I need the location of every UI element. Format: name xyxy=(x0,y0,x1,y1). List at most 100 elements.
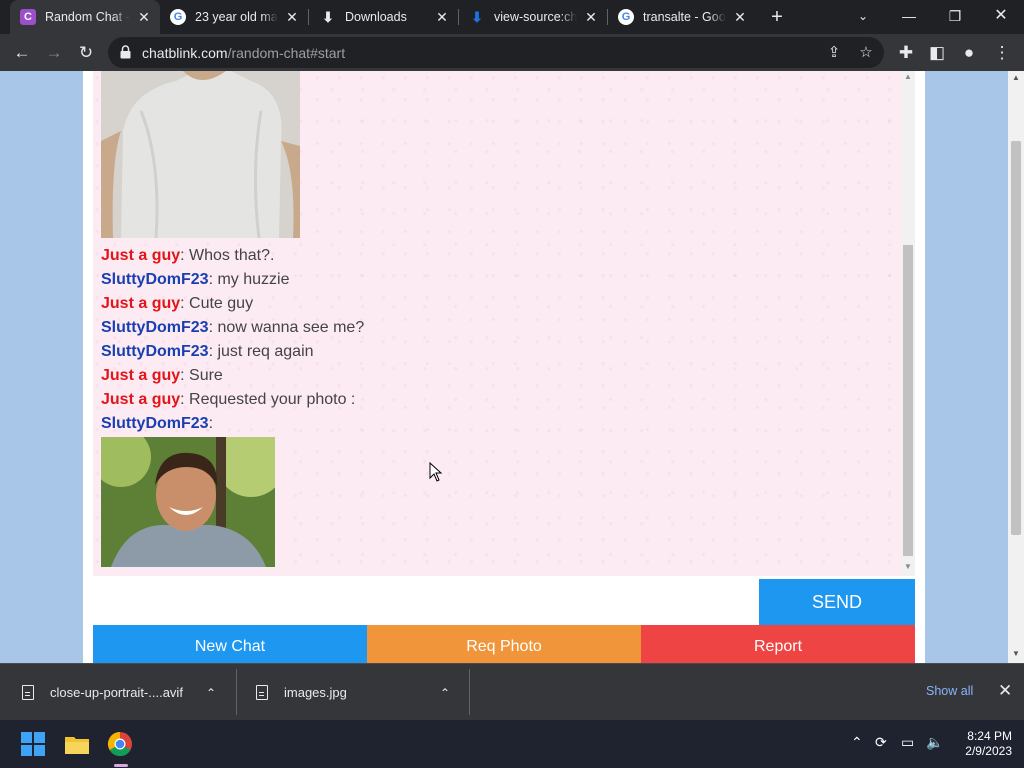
message-sender: SluttyDomF23 xyxy=(101,319,209,336)
download-divider xyxy=(236,669,237,715)
message-input[interactable] xyxy=(93,579,759,625)
volume-icon[interactable]: 🔈 xyxy=(926,734,943,751)
tab-downloads[interactable]: ⬇ Downloads ✕ xyxy=(310,0,458,34)
message-sender: SluttyDomF23 xyxy=(101,343,209,360)
download-filename: images.jpg xyxy=(284,685,347,700)
download-item[interactable]: close-up-portrait-....avif ⌃ xyxy=(22,664,232,721)
system-clock[interactable]: 8:24 PM 2/9/2023 xyxy=(950,729,1012,759)
message-text: : Requested your photo : xyxy=(180,391,356,408)
close-icon[interactable]: ✕ xyxy=(284,9,300,26)
page-viewport: Just a guy: Whos that?. SluttyDomF23: my… xyxy=(0,71,1024,663)
chevron-up-icon[interactable]: ⌃ xyxy=(440,686,450,700)
scroll-down-arrow-icon[interactable]: ▼ xyxy=(901,561,915,573)
download-filename: close-up-portrait-....avif xyxy=(50,685,183,700)
close-icon[interactable]: ✕ xyxy=(732,9,748,26)
active-app-indicator xyxy=(114,764,128,767)
scrollbar-thumb[interactable] xyxy=(1011,141,1021,535)
download-bar: close-up-portrait-....avif ⌃ images.jpg … xyxy=(0,663,1024,720)
send-button[interactable]: SEND xyxy=(759,579,915,625)
scrollbar-thumb[interactable] xyxy=(903,245,913,556)
tab-title: Random Chat - xyxy=(45,10,130,24)
extensions-icon[interactable]: ✚ xyxy=(893,40,919,66)
menu-icon[interactable]: ⋮ xyxy=(989,40,1015,66)
forward-button[interactable]: → xyxy=(41,40,67,66)
shared-photo[interactable] xyxy=(101,437,275,567)
tab-title: transalte - Goog xyxy=(643,10,726,24)
chat-message: SluttyDomF23: now wanna see me? xyxy=(101,319,881,343)
chat-message: Just a guy: Sure xyxy=(101,367,881,391)
show-all-link[interactable]: Show all xyxy=(926,684,973,698)
windows-start-icon[interactable] xyxy=(19,730,47,758)
message-text: : my huzzie xyxy=(208,271,290,288)
google-icon: G xyxy=(170,9,186,25)
tab-title: Downloads xyxy=(345,10,407,24)
tab-google-search[interactable]: G 23 year old male ✕ xyxy=(160,0,308,34)
message-text: : Sure xyxy=(180,367,223,384)
reload-button[interactable]: ↻ xyxy=(73,40,99,66)
scroll-down-arrow-icon[interactable]: ▼ xyxy=(1008,647,1024,661)
report-button[interactable]: Report xyxy=(641,625,915,663)
message-sender: SluttyDomF23 xyxy=(101,415,209,432)
file-icon xyxy=(22,685,34,700)
sync-icon[interactable]: ⟳ xyxy=(875,734,887,751)
restore-button[interactable]: ❐ xyxy=(933,0,977,34)
req-photo-button[interactable]: Req Photo xyxy=(367,625,641,663)
message-sender: Just a guy xyxy=(101,391,181,408)
chat-message: SluttyDomF23: my huzzie xyxy=(101,271,881,295)
message-sender: SluttyDomF23 xyxy=(101,271,209,288)
new-chat-button[interactable]: New Chat xyxy=(93,625,367,663)
download-divider xyxy=(469,669,470,715)
scroll-up-arrow-icon[interactable]: ▲ xyxy=(901,71,915,83)
clock-time: 8:24 PM xyxy=(967,729,1012,743)
shared-photo[interactable] xyxy=(101,71,300,238)
share-icon[interactable]: ⇪ xyxy=(824,43,844,63)
tab-translate[interactable]: G transalte - Goog ✕ xyxy=(608,0,756,34)
tab-random-chat[interactable]: C Random Chat - ✕ xyxy=(10,0,160,34)
chrome-icon[interactable] xyxy=(106,730,134,758)
url-text[interactable]: chatblink.com/random-chat#start xyxy=(142,45,345,61)
download-item[interactable]: images.jpg ⌃ xyxy=(256,664,466,721)
close-icon[interactable]: ✕ xyxy=(583,9,599,26)
minimize-button[interactable]: — xyxy=(887,0,931,34)
chevron-up-icon[interactable]: ⌃ xyxy=(206,686,216,700)
scroll-up-arrow-icon[interactable]: ▲ xyxy=(1008,71,1024,85)
message-list: Just a guy: Whos that?. SluttyDomF23: my… xyxy=(101,247,881,439)
close-icon[interactable]: ✕ xyxy=(434,9,450,26)
window-close-button[interactable]: ✕ xyxy=(979,0,1023,34)
tab-search-button[interactable]: ⌄ xyxy=(841,0,885,34)
message-text: : Cute guy xyxy=(180,295,254,312)
chat-log[interactable]: Just a guy: Whos that?. SluttyDomF23: my… xyxy=(93,71,901,576)
chat-scrollbar[interactable]: ▲ ▼ xyxy=(901,71,915,576)
message-sender: Just a guy xyxy=(101,367,181,384)
tab-strip: C Random Chat - ✕ G 23 year old male ✕ ⬇… xyxy=(0,0,1024,34)
bookmark-star-icon[interactable]: ☆ xyxy=(856,43,876,63)
download-icon: ⬇ xyxy=(471,8,483,25)
tab-view-source[interactable]: ⬇ view-source:chr ✕ xyxy=(459,0,607,34)
chat-message: SluttyDomF23: xyxy=(101,415,881,439)
message-sender: Just a guy xyxy=(101,295,181,312)
mouse-cursor-icon xyxy=(429,462,443,482)
close-icon[interactable]: ✕ xyxy=(998,681,1012,701)
chatblink-icon: C xyxy=(20,9,36,25)
address-bar[interactable]: chatblink.com/random-chat#start ⇪ ☆ xyxy=(108,37,884,68)
side-panel-icon[interactable]: ◧ xyxy=(924,40,950,66)
message-text: : xyxy=(208,415,214,432)
chevron-up-icon[interactable]: ⌃ xyxy=(851,734,863,751)
message-text: : Whos that?. xyxy=(180,247,275,264)
message-text: : just req again xyxy=(208,343,314,360)
new-tab-button[interactable]: + xyxy=(766,6,788,28)
display-icon[interactable]: ▭ xyxy=(901,734,914,751)
close-icon[interactable]: ✕ xyxy=(136,9,152,26)
google-icon: G xyxy=(618,9,634,25)
chat-message: Just a guy: Cute guy xyxy=(101,295,881,319)
page-scrollbar[interactable]: ▲ ▼ xyxy=(1008,71,1024,663)
chat-actions: New Chat Req Photo Report xyxy=(93,625,915,663)
profile-icon[interactable]: ● xyxy=(956,40,982,66)
clock-date: 2/9/2023 xyxy=(965,744,1012,758)
tab-title: view-source:chr xyxy=(494,10,577,24)
chat-message: SluttyDomF23: just req again xyxy=(101,343,881,367)
file-explorer-icon[interactable] xyxy=(63,730,91,758)
message-text: : now wanna see me? xyxy=(208,319,365,336)
lock-icon[interactable] xyxy=(120,45,131,59)
back-button[interactable]: ← xyxy=(9,40,35,66)
